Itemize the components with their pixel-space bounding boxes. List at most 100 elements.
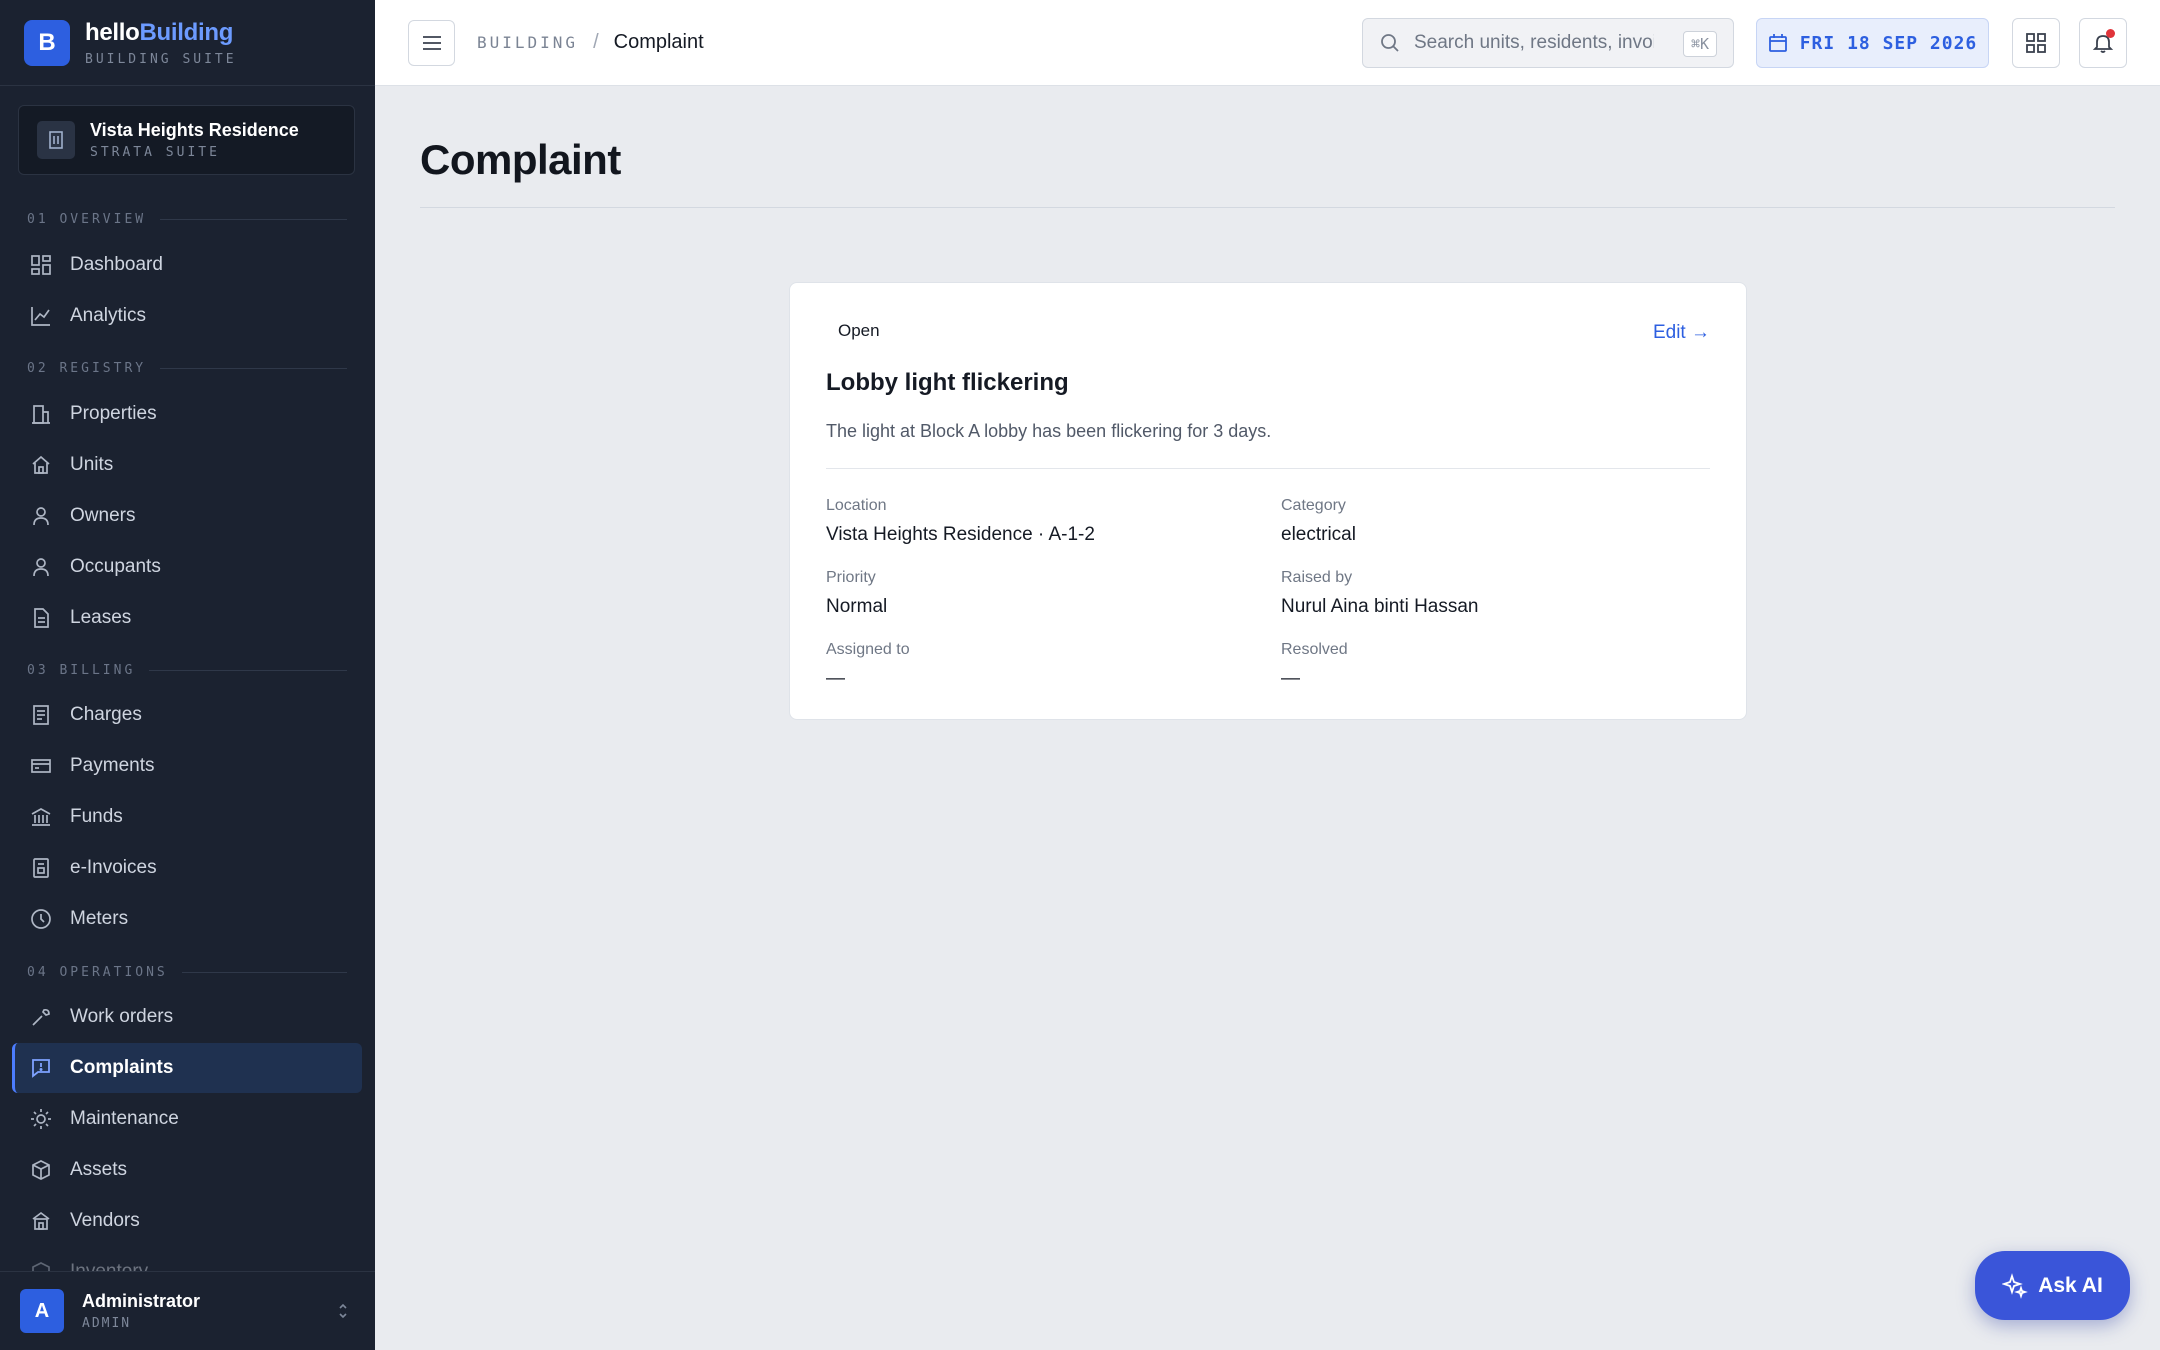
- field-value: Vista Heights Residence · A-1-2: [826, 524, 1095, 545]
- notifications-button[interactable]: [2079, 18, 2127, 68]
- sidebar-item-meters[interactable]: Meters: [12, 894, 362, 944]
- sun-icon: [29, 1107, 53, 1131]
- message-alert-icon: [29, 1056, 53, 1080]
- sidebar-item-vendors[interactable]: Vendors: [12, 1196, 362, 1246]
- divider: [826, 468, 1710, 469]
- field-priority: Priority Normal: [826, 569, 1246, 618]
- avatar: A: [20, 1289, 64, 1333]
- divider: [420, 207, 2115, 208]
- status-badge: Open: [838, 321, 880, 340]
- sidebar-item-funds[interactable]: Funds: [12, 792, 362, 842]
- sidebar-item-analytics[interactable]: Analytics: [12, 291, 362, 341]
- store-icon: [29, 1209, 53, 1233]
- section-label-registry: 02 REGISTRY: [27, 361, 347, 376]
- apps-grid-button[interactable]: [2012, 18, 2060, 68]
- search-input[interactable]: [1414, 32, 1654, 54]
- ask-ai-label: Ask AI: [2038, 1273, 2103, 1297]
- brand-name: helloBuilding: [85, 19, 237, 47]
- complaint-title: Lobby light flickering: [826, 369, 1069, 396]
- brand-subtitle: BUILDING SUITE: [85, 51, 237, 67]
- field-label: Category: [1281, 497, 1346, 514]
- brand-name-prefix: hello: [85, 18, 140, 46]
- sidebar-item-einvoices[interactable]: e-Invoices: [12, 843, 362, 893]
- sidebar-item-label: e-Invoices: [70, 857, 157, 878]
- field-resolved: Resolved —: [1281, 641, 1701, 690]
- topbar: BUILDING / Complaint ⌘K FRI 18 SEP 2026: [375, 0, 2160, 86]
- sidebar-item-label: Occupants: [70, 556, 161, 577]
- sidebar-item-label: Charges: [70, 704, 142, 725]
- sidebar-item-label: Analytics: [70, 305, 147, 326]
- chevron-up-down-icon: [337, 1302, 349, 1320]
- property-switcher[interactable]: Vista Heights Residence STRATA SUITE: [18, 105, 355, 175]
- field-value: —: [826, 668, 845, 689]
- sidebar-item-properties[interactable]: Properties: [12, 389, 362, 439]
- edit-link[interactable]: Edit →: [1653, 322, 1710, 344]
- menu-icon: [422, 35, 442, 51]
- calendar-icon: [1768, 33, 1800, 53]
- complaint-card: Open Edit → Lobby light flickering The l…: [789, 282, 1747, 720]
- sidebar-item-charges[interactable]: Charges: [12, 690, 362, 740]
- sidebar-item-leases[interactable]: Leases: [12, 593, 362, 643]
- brand-name-accent: Building: [139, 18, 234, 46]
- sidebar-item-work-orders[interactable]: Work orders: [12, 992, 362, 1042]
- search-box[interactable]: ⌘K: [1362, 18, 1734, 68]
- person-icon: [29, 504, 53, 528]
- property-subtitle: STRATA SUITE: [90, 145, 220, 160]
- breadcrumb-separator: /: [593, 31, 599, 53]
- section-label-billing: 03 BILLING: [27, 663, 347, 678]
- building-icon: [29, 402, 53, 426]
- bank-icon: [29, 805, 53, 829]
- receipt-icon: [29, 703, 53, 727]
- breadcrumb: BUILDING / Complaint: [477, 31, 704, 54]
- document-icon: [29, 606, 53, 630]
- home-icon: [29, 453, 53, 477]
- breadcrumb-current: Complaint: [613, 31, 704, 53]
- field-label: Priority: [826, 569, 876, 586]
- section-label-operations: 04 OPERATIONS: [27, 965, 347, 980]
- sidebar-item-assets[interactable]: Assets: [12, 1145, 362, 1195]
- sidebar-item-payments[interactable]: Payments: [12, 741, 362, 791]
- dashboard-icon: [29, 253, 53, 277]
- field-raised-by: Raised by Nurul Aina binti Hassan: [1281, 569, 1701, 618]
- field-label: Location: [826, 497, 887, 514]
- complaint-description: The light at Block A lobby has been flic…: [826, 421, 1272, 441]
- field-value: Normal: [826, 596, 888, 617]
- user-name: Administrator: [82, 1291, 201, 1311]
- wrench-icon: [29, 1005, 53, 1029]
- sidebar-item-label: Units: [70, 454, 114, 475]
- sidebar-item-complaints[interactable]: Complaints: [12, 1043, 362, 1093]
- date-picker-button[interactable]: FRI 18 SEP 2026: [1756, 18, 1989, 68]
- field-label: Raised by: [1281, 569, 1353, 586]
- building-icon: [37, 121, 75, 159]
- sidebar-item-label: Dashboard: [70, 254, 163, 275]
- card-icon: [29, 754, 53, 778]
- grid-icon: [2025, 32, 2047, 54]
- user-role: ADMIN: [82, 1316, 132, 1331]
- field-value: Nurul Aina binti Hassan: [1281, 596, 1479, 617]
- sidebar-item-dashboard[interactable]: Dashboard: [12, 240, 362, 290]
- sidebar-item-owners[interactable]: Owners: [12, 491, 362, 541]
- brand[interactable]: B helloBuilding BUILDING SUITE: [0, 0, 375, 86]
- search-shortcut-hint: ⌘K: [1682, 31, 1717, 57]
- breadcrumb-root[interactable]: BUILDING: [477, 33, 578, 52]
- sidebar-item-maintenance[interactable]: Maintenance: [12, 1094, 362, 1144]
- sidebar-item-label: Owners: [70, 505, 136, 526]
- sidebar-item-label: Payments: [70, 755, 155, 776]
- sidebar-item-label: Funds: [70, 806, 123, 827]
- sidebar-item-units[interactable]: Units: [12, 440, 362, 490]
- user-menu[interactable]: A Administrator ADMIN: [0, 1271, 375, 1350]
- sidebar-item-label: Assets: [70, 1159, 128, 1180]
- sidebar-item-occupants[interactable]: Occupants: [12, 542, 362, 592]
- menu-toggle-button[interactable]: [408, 20, 455, 66]
- sidebar-item-label: Maintenance: [70, 1108, 179, 1129]
- field-label: Resolved: [1281, 641, 1348, 658]
- field-category: Category electrical: [1281, 497, 1701, 546]
- sidebar-item-label: Complaints: [70, 1057, 174, 1078]
- sparkle-icon: [2002, 1272, 2038, 1299]
- main-content: Complaint Open Edit → Lobby light flicke…: [375, 86, 2160, 1350]
- sidebar-item-label: Work orders: [70, 1006, 174, 1027]
- person-icon: [29, 555, 53, 579]
- section-label-overview: 01 OVERVIEW: [27, 212, 347, 227]
- sidebar-item-label: Properties: [70, 403, 157, 424]
- ask-ai-button[interactable]: Ask AI: [1975, 1251, 2130, 1320]
